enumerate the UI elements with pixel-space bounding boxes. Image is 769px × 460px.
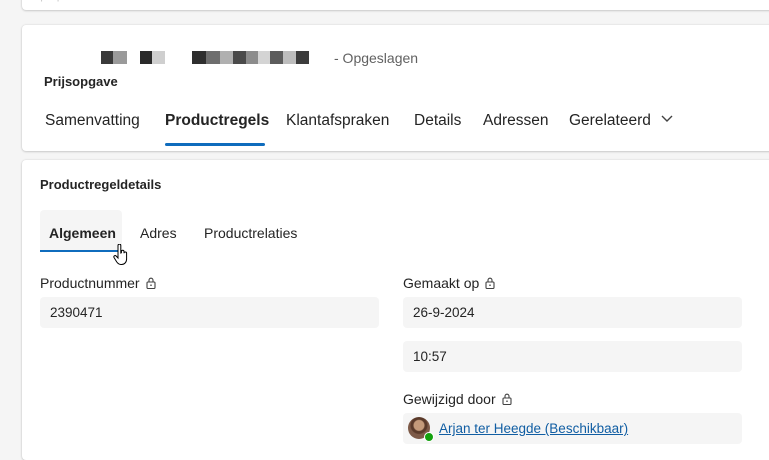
previous-section-card: | | [22,0,769,10]
modified-by-field: Arjan ter Heegde (Beschikbaar) [403,413,742,444]
tab-adressen[interactable]: Adressen [483,112,548,130]
tab-productregels[interactable]: Productregels [165,112,269,130]
subtab-productrelaties[interactable]: Productrelaties [204,225,297,241]
created-on-time-field[interactable]: 10:57 [403,341,742,372]
created-on-label: Gemaakt op [403,275,495,291]
modified-by-user-link[interactable]: Arjan ter Heegde (Beschikbaar) [439,413,628,444]
modified-by-label: Gewijzigd door [403,391,512,407]
hand-pointer-cursor-icon [113,244,128,265]
chevron-down-icon [661,115,673,122]
active-tab-indicator [165,143,265,146]
record-header-card [22,25,769,151]
tab-samenvatting[interactable]: Samenvatting [45,112,140,130]
created-on-date-field[interactable]: 26-9-2024 [403,297,742,328]
tab-klantafspraken[interactable]: Klantafspraken [286,112,389,130]
tab-details[interactable]: Details [414,112,461,130]
active-subtab-indicator [40,250,122,252]
product-number-label: Productnummer [40,275,156,291]
tab-gerelateerd-label: Gerelateerd [569,112,651,129]
subtab-adres[interactable]: Adres [140,225,177,241]
section-title: Productregeldetails [40,177,162,192]
faint-separators: | | [40,0,60,2]
modified-by-label-text: Gewijzigd door [403,391,496,407]
lock-icon [502,393,512,405]
product-number-field[interactable]: 2390471 [40,297,379,328]
lock-icon [146,277,156,289]
entity-type-label: Prijsopgave [44,74,118,89]
created-on-label-text: Gemaakt op [403,275,480,291]
tab-gerelateerd[interactable]: Gerelateerd [569,112,673,130]
save-status: - Opgeslagen [334,50,419,66]
lock-icon [485,277,495,289]
presence-available-icon [424,432,434,442]
subtab-algemeen[interactable]: Algemeen [49,225,116,241]
product-number-label-text: Productnummer [40,275,140,291]
